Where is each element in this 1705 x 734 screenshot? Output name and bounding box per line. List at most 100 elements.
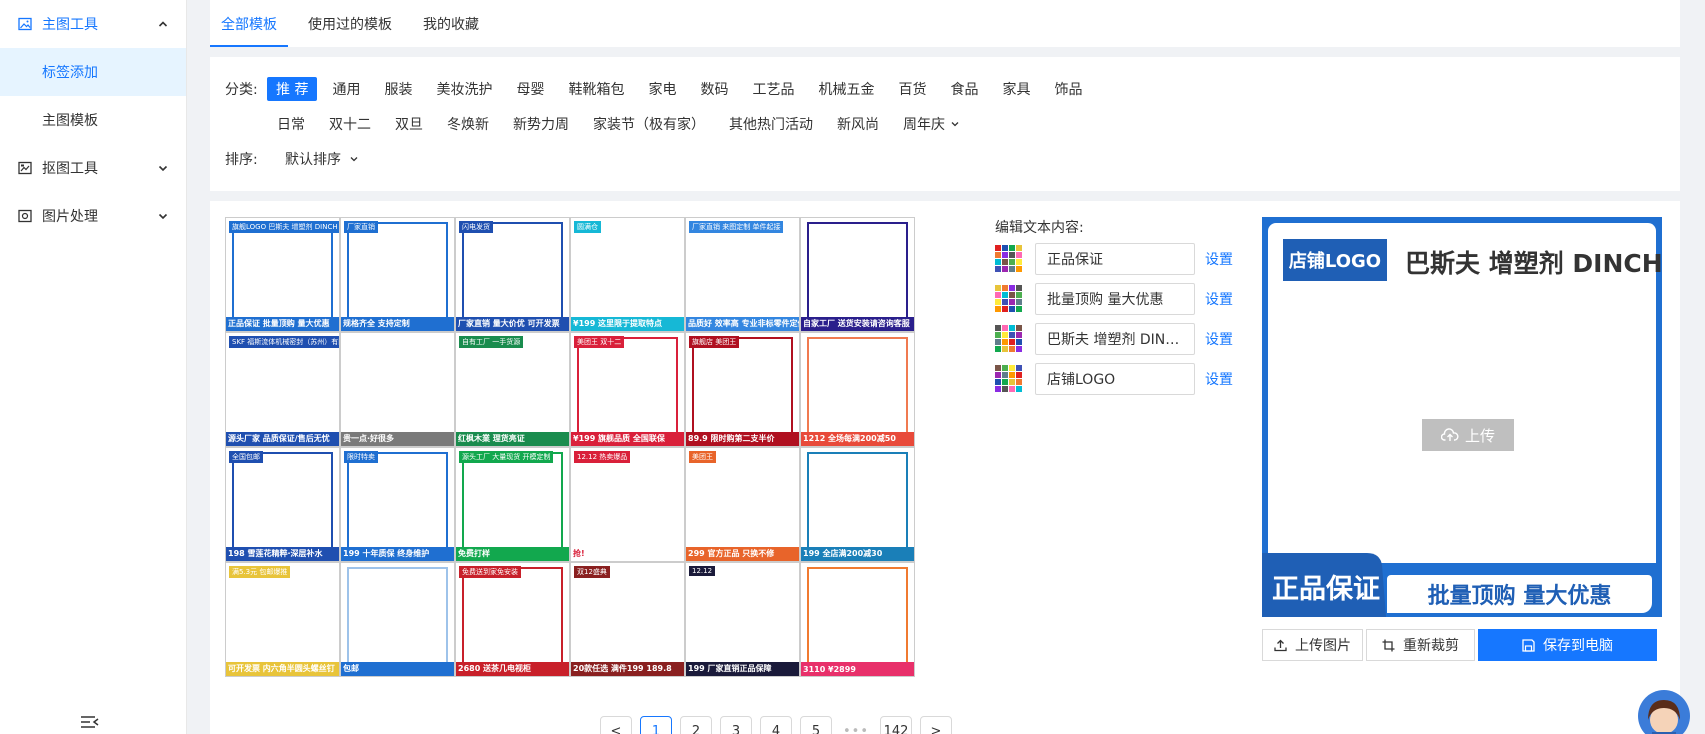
tab-used-templates[interactable]: 使用过的模板 [297,0,403,47]
template-thumbnail[interactable]: 旗舰LOGO 巴斯夫 增塑剂 DINCH 正品保证 批量顶购 量大优惠 [225,217,340,332]
page-ellipsis[interactable]: ••• [840,716,872,734]
category-chip[interactable]: 家电 [639,77,685,101]
sidebar-group-cutout-tools[interactable]: 抠图工具 [0,144,186,192]
category-chip[interactable]: 美妆洗护 [427,77,501,101]
page-number[interactable]: 5 [800,716,832,734]
page-number[interactable]: 2 [680,716,712,734]
sidebar-group-image-processing[interactable]: 图片处理 [0,192,186,240]
category-chip[interactable]: 饰品 [1045,77,1091,101]
category-chip[interactable]: 新势力周 [504,112,578,136]
sidebar-item-tag-add[interactable]: 标签添加 [0,48,186,96]
template-thumbnail[interactable]: 包邮 [340,562,455,677]
editor-settings-link[interactable]: 设置 [1205,369,1233,389]
editor-text-input[interactable] [1035,243,1195,275]
editor-text-input[interactable] [1035,283,1195,315]
preview-deal-text[interactable]: 批量顶购 量大优惠 [1387,575,1652,613]
preview-guarantee-text[interactable]: 正品保证 [1272,567,1380,606]
template-thumbnail[interactable]: 自家工厂 送货安装请咨询客服 [800,217,915,332]
color-swatch [1009,285,1015,291]
template-bottom-bar: 贵一点·好很多 [341,432,454,446]
category-chip[interactable]: 工艺品 [743,77,803,101]
category-chip[interactable]: 服装 [375,77,421,101]
category-chip-more[interactable]: 周年庆 [894,112,969,136]
editor-settings-link[interactable]: 设置 [1205,329,1233,349]
editor-text-input[interactable] [1035,323,1195,355]
template-thumbnail[interactable]: 贵一点·好很多 [340,332,455,447]
template-thumbnail[interactable]: 3110 ¥2899 [800,562,915,677]
page-number[interactable]: 1 [640,716,672,734]
color-palette-icon[interactable] [995,325,1025,353]
category-chip[interactable]: 新风尚 [828,112,888,136]
template-thumbnail[interactable]: 1212 全场每满200减50 [800,332,915,447]
template-thumbnail[interactable]: 双12盛典 20款任选 满件199 189.8 [570,562,685,677]
template-frame [232,222,333,319]
sidebar-group-main-image-tools[interactable]: 主图工具 [0,0,186,48]
editor-settings-link[interactable]: 设置 [1205,289,1233,309]
editor-settings-link[interactable]: 设置 [1205,249,1233,269]
color-palette-icon[interactable] [995,245,1025,273]
template-thumbnail[interactable]: SKF 福斯流体机械密封（苏州）有限公司源头厂家 品质保证/售后无忧 [225,332,340,447]
template-thumbnail[interactable]: 厂家直销 规格齐全 支持定制 [340,217,455,332]
upload-image-button[interactable]: 上传图片 [1262,629,1363,661]
prev-page-button[interactable]: < [600,716,632,734]
template-thumbnail[interactable]: 全国包邮 198 雪莲花精粹·深层补水 [225,447,340,562]
tab-all-templates[interactable]: 全部模板 [210,0,288,47]
template-thumbnail[interactable]: 满5.3元 包邮爆推 可开发票 内六角半圆头螺丝钉 [225,562,340,677]
template-thumbnail[interactable]: 圆满仓 ¥199 这里限于提取特点 [570,217,685,332]
category-chip[interactable]: 通用 [323,77,369,101]
template-top-label: 双12盛典 [574,566,610,578]
save-to-computer-button[interactable]: 保存到电脑 [1478,629,1657,661]
template-frame [462,337,563,434]
upload-image-label: 上传图片 [1295,638,1351,654]
color-swatch [1009,365,1015,371]
category-chip[interactable]: 家装节（极有家） [584,112,714,136]
tab-my-favorites[interactable]: 我的收藏 [412,0,490,47]
color-swatch [1002,332,1008,338]
category-chip[interactable]: 数码 [691,77,737,101]
category-chip[interactable]: 冬焕新 [438,112,498,136]
category-chip[interactable]: 日常 [268,112,314,136]
category-chip[interactable]: 鞋靴箱包 [559,77,633,101]
category-chip[interactable]: 母婴 [507,77,553,101]
next-page-button[interactable]: > [920,716,952,734]
page-number[interactable]: 3 [720,716,752,734]
template-thumbnail[interactable]: 源头工厂 大量现货 开模定制 免费打样 [455,447,570,562]
category-chip[interactable]: 食品 [941,77,987,101]
photo-process-icon [18,209,32,223]
template-thumbnail[interactable]: 免费送到家免安装 2680 送茶几电视柜 [455,562,570,677]
chevron-down-icon [349,154,359,164]
preview-logo[interactable]: 店铺LOGO [1283,239,1387,281]
preview-upload-button[interactable]: 上传 [1422,419,1514,451]
category-chip[interactable]: 机械五金 [809,77,883,101]
sort-select[interactable]: 默认排序 [285,149,359,169]
menu-collapse-icon[interactable] [80,714,100,730]
template-frame [807,337,908,434]
editor-text-input[interactable] [1035,363,1195,395]
color-swatch [1002,306,1008,312]
template-bottom-label: 可开发票 内六角半圆头螺丝钉 [228,664,335,673]
template-thumbnail[interactable]: 美团王 双十二 ¥199 旗舰品质 全国联保 [570,332,685,447]
template-thumbnail[interactable]: 自有工厂 一手货源 红枫木業 理货亮证 [455,332,570,447]
color-palette-icon[interactable] [995,285,1025,313]
category-chip[interactable]: 百货 [889,77,935,101]
preview-brand-text[interactable]: 巴斯夫 增塑剂 DINCH [1405,244,1663,280]
template-thumbnail[interactable]: 12.12 199 厂家直销正品保障 [685,562,800,677]
template-thumbnail[interactable]: 12.12 热卖爆品 抢! [570,447,685,562]
color-palette-icon[interactable] [995,365,1025,393]
category-chip[interactable]: 其他热门活动 [720,112,822,136]
page-number[interactable]: 4 [760,716,792,734]
category-chip[interactable]: 家具 [993,77,1039,101]
customer-support-avatar[interactable] [1638,690,1690,734]
category-chip[interactable]: 双旦 [386,112,432,136]
template-thumbnail[interactable]: 限时特卖 199 十年质保 终身维护 [340,447,455,562]
template-thumbnail[interactable]: 厂家直销 来图定制 单件起接 品质好 效率高 专业非标零件定做 [685,217,800,332]
page-number[interactable]: 142 [880,716,912,734]
category-chip[interactable]: 双十二 [320,112,380,136]
category-chip[interactable]: 推 荐 [267,77,318,101]
template-thumbnail[interactable]: 美团王 299 官方正品 只换不修 [685,447,800,562]
sidebar-item-main-template[interactable]: 主图模板 [0,96,186,144]
recrop-button[interactable]: 重新裁剪 [1366,629,1475,661]
template-thumbnail[interactable]: 旗舰店 美团王 89.9 限时购第二支半价 [685,332,800,447]
template-thumbnail[interactable]: 闪电发货 厂家直销 量大价优 可开发票 [455,217,570,332]
template-thumbnail[interactable]: 199 全店满200减30 [800,447,915,562]
